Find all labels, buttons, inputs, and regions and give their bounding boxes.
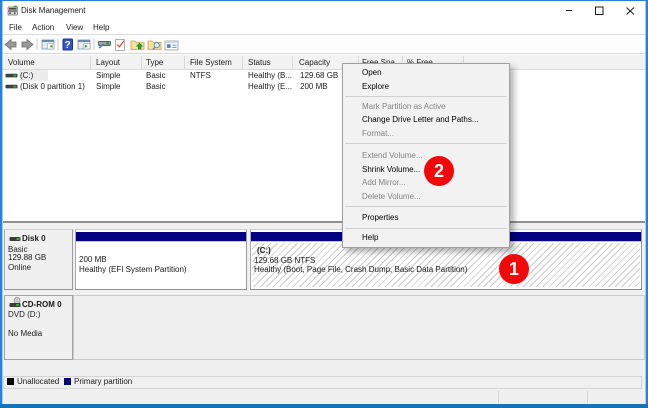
svg-text:?: ? — [64, 40, 70, 51]
